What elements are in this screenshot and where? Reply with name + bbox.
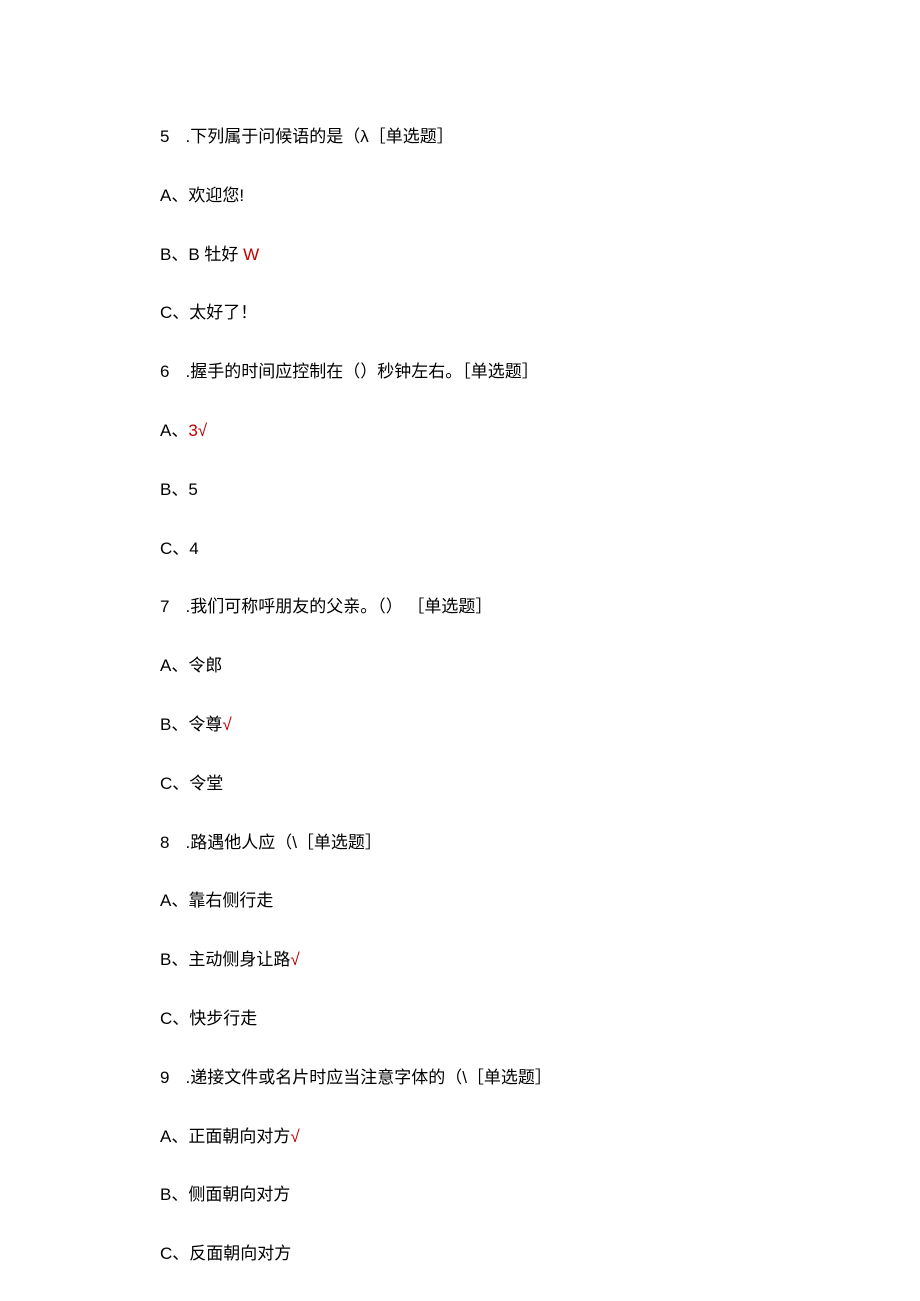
option-row: C、快步行走 bbox=[160, 1007, 760, 1031]
question-number: 6 bbox=[160, 360, 169, 384]
question-number: 5 bbox=[160, 125, 169, 149]
option-row: A、令郎 bbox=[160, 654, 760, 678]
question-number: 7 bbox=[160, 595, 169, 619]
option-row: A、3√ bbox=[160, 419, 760, 443]
option-row: B、5 bbox=[160, 478, 760, 502]
option-row: C、4 bbox=[160, 537, 760, 561]
correct-mark-icon: √ bbox=[290, 1127, 299, 1146]
option-label: C、令堂 bbox=[160, 774, 223, 793]
option-row: C、太好了！ bbox=[160, 301, 760, 325]
question-text: .递接文件或名片时应当注意字体的（\［单选题］ bbox=[185, 1066, 760, 1090]
question-row: 5 .下列属于问候语的是（λ［单选题］ bbox=[160, 125, 760, 149]
question-text: .我们可称呼朋友的父亲。（） ［单选题］ bbox=[185, 595, 760, 619]
question-row: 8 .路遇他人应（\［单选题］ bbox=[160, 831, 760, 855]
option-label: A、正面朝向对方 bbox=[160, 1127, 290, 1146]
option-row: A、欢迎您! bbox=[160, 184, 760, 208]
option-row: C、反面朝向对方 bbox=[160, 1242, 760, 1266]
option-label: C、快步行走 bbox=[160, 1009, 257, 1028]
question-row: 7 .我们可称呼朋友的父亲。（） ［单选题］ bbox=[160, 595, 760, 619]
option-row: B、侧面朝向对方 bbox=[160, 1183, 760, 1207]
question-text: .握手的时间应控制在（）秒钟左右。［单选题］ bbox=[185, 360, 760, 384]
option-label: B、令尊 bbox=[160, 715, 222, 734]
option-label: A、 bbox=[160, 421, 188, 440]
question-number: 8 bbox=[160, 831, 169, 855]
option-label: A、靠右侧行走 bbox=[160, 891, 273, 910]
option-label: C、反面朝向对方 bbox=[160, 1244, 291, 1263]
question-row: 9 .递接文件或名片时应当注意字体的（\［单选题］ bbox=[160, 1066, 760, 1090]
question-row: 6 .握手的时间应控制在（）秒钟左右。［单选题］ bbox=[160, 360, 760, 384]
correct-mark-icon: 3√ bbox=[188, 421, 207, 440]
option-label: C、太好了！ bbox=[160, 303, 257, 322]
correct-mark-icon: W bbox=[243, 245, 259, 264]
option-row: B、主动侧身让路√ bbox=[160, 948, 760, 972]
option-row: B、令尊√ bbox=[160, 713, 760, 737]
option-label: C、4 bbox=[160, 539, 199, 558]
correct-mark-icon: √ bbox=[222, 715, 231, 734]
option-label: B、主动侧身让路 bbox=[160, 950, 290, 969]
option-label: B、B 牡好 bbox=[160, 245, 243, 264]
question-number: 9 bbox=[160, 1066, 169, 1090]
option-label: B、5 bbox=[160, 480, 198, 499]
option-row: C、令堂 bbox=[160, 772, 760, 796]
question-text: .路遇他人应（\［单选题］ bbox=[185, 831, 760, 855]
option-label: B、侧面朝向对方 bbox=[160, 1185, 290, 1204]
option-row: A、正面朝向对方√ bbox=[160, 1125, 760, 1149]
option-row: A、靠右侧行走 bbox=[160, 889, 760, 913]
option-label: A、欢迎您! bbox=[160, 186, 244, 205]
correct-mark-icon: √ bbox=[290, 950, 299, 969]
option-label: A、令郎 bbox=[160, 656, 222, 675]
question-text: .下列属于问候语的是（λ［单选题］ bbox=[185, 125, 760, 149]
option-row: B、B 牡好 W bbox=[160, 243, 760, 267]
